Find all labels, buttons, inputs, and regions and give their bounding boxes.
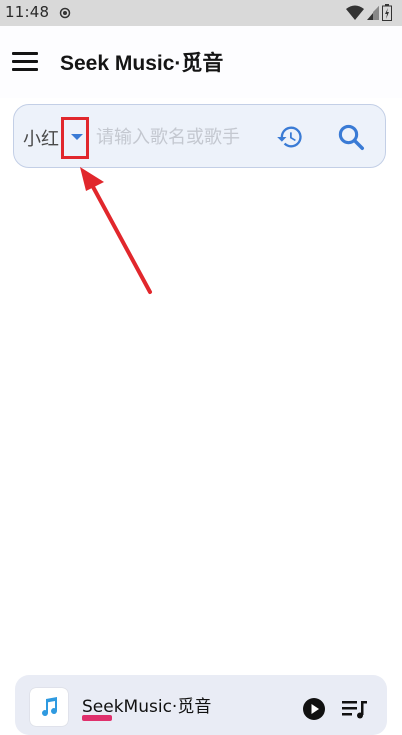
mini-player[interactable]: SeekMusic·觅音 [15,675,387,735]
history-icon[interactable] [276,123,304,151]
source-label[interactable]: 小红 [23,125,59,151]
app-title: Seek Music·觅音 [60,52,224,75]
search-bar: 小红 [13,104,386,168]
app-bar: Seek Music·觅音 [0,26,402,98]
status-time: 11:48 [5,3,50,21]
wifi-icon [346,5,364,20]
track-title: SeekMusic·觅音 [82,697,212,717]
track-artist [82,715,112,721]
status-bar: 11:48 [0,0,402,26]
sync-icon [59,7,71,19]
queue-music-icon[interactable] [342,699,368,721]
album-art [30,688,68,726]
source-dropdown-button[interactable] [64,119,90,153]
search-input[interactable] [96,122,272,152]
signal-icon [367,5,379,20]
status-icons [346,4,392,21]
play-icon[interactable] [302,697,326,721]
menu-button[interactable] [10,48,40,76]
battery-icon [382,4,392,21]
caret-down-icon [71,134,83,140]
search-icon[interactable] [336,122,366,152]
music-note-icon [42,697,58,717]
